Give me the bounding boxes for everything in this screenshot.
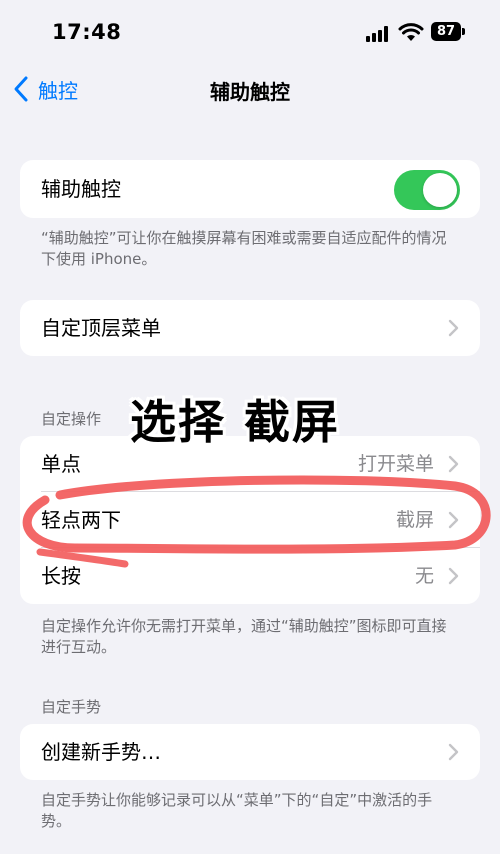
assistive-touch-footnote: “辅助触控”可让你在触摸屏幕有困难或需要自适应配件的情况下使用 iPhone。 bbox=[41, 229, 447, 268]
chevron-right-icon bbox=[448, 511, 459, 529]
assistive-touch-label: 辅助触控 bbox=[41, 177, 121, 201]
customize-menu-card: 自定顶层菜单 bbox=[20, 300, 480, 356]
long-press-value: 无 bbox=[414, 565, 434, 587]
assistive-touch-toggle[interactable] bbox=[394, 170, 460, 210]
long-press-label: 长按 bbox=[41, 564, 81, 588]
customize-top-menu-row[interactable]: 自定顶层菜单 bbox=[20, 300, 480, 356]
double-tap-label: 轻点两下 bbox=[41, 508, 121, 532]
status-bar: 17:48 87 bbox=[0, 0, 500, 60]
assistive-touch-row: 辅助触控 bbox=[20, 160, 480, 218]
single-tap-label: 单点 bbox=[41, 452, 81, 476]
overlay-instruction-text: 选择 截屏 bbox=[130, 395, 341, 449]
chevron-right-icon bbox=[448, 319, 459, 337]
create-gesture-row[interactable]: 创建新手势… bbox=[20, 724, 480, 780]
chevron-right-icon bbox=[448, 455, 459, 473]
status-time: 17:48 bbox=[52, 20, 122, 44]
double-tap-row[interactable]: 轻点两下 截屏 bbox=[20, 492, 480, 548]
toggle-knob bbox=[423, 173, 457, 207]
custom-actions-footnote: 自定操作允许你无需打开菜单，通过“辅助触控”图标即可直接进行互动。 bbox=[41, 617, 447, 656]
single-tap-value: 打开菜单 bbox=[357, 453, 434, 475]
custom-actions-header: 自定操作 bbox=[41, 410, 102, 428]
page-title: 辅助触控 bbox=[210, 80, 290, 104]
cellular-signal-icon bbox=[366, 26, 392, 42]
chevron-right-icon bbox=[448, 567, 459, 585]
custom-actions-card: 单点 打开菜单 轻点两下 截屏 长按 无 bbox=[20, 436, 480, 604]
battery-cap bbox=[462, 28, 465, 35]
chevron-right-icon bbox=[448, 743, 459, 761]
custom-gestures-footnote: 自定手势让你能够记录可以从“菜单”下的“自定”中激活的手势。 bbox=[41, 791, 433, 830]
custom-gestures-card: 创建新手势… bbox=[20, 724, 480, 780]
create-gesture-label: 创建新手势… bbox=[41, 740, 161, 764]
long-press-row[interactable]: 长按 无 bbox=[20, 548, 480, 604]
custom-gestures-header: 自定手势 bbox=[41, 698, 102, 716]
assistive-touch-card: 辅助触控 bbox=[20, 160, 480, 218]
customize-top-menu-label: 自定顶层菜单 bbox=[41, 316, 161, 340]
battery-icon: 87 bbox=[431, 22, 461, 41]
double-tap-value: 截屏 bbox=[395, 509, 434, 531]
navigation-bar: 触控 辅助触控 bbox=[0, 64, 500, 114]
wifi-icon bbox=[398, 23, 424, 41]
